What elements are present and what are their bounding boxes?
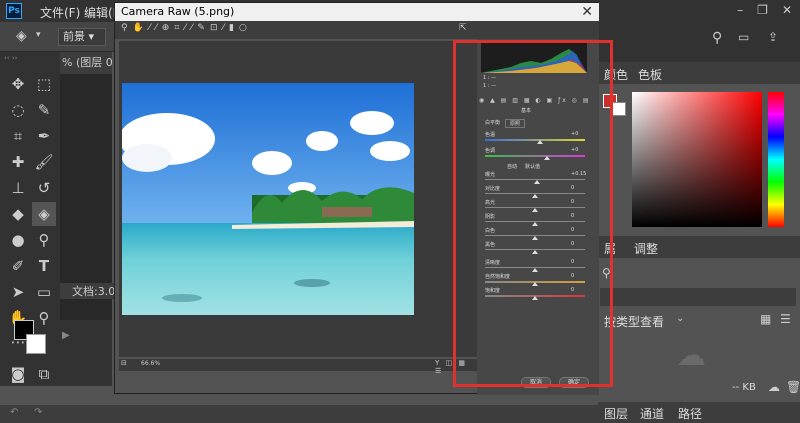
tab-paths[interactable]: 路径	[678, 405, 702, 422]
screen-mode-icon[interactable]: ⧉	[32, 362, 56, 386]
eraser-tool-icon[interactable]: ◆	[6, 202, 30, 226]
photoshop-logo-icon: Ps	[6, 3, 22, 19]
highlight-annotation	[453, 40, 613, 387]
trash-icon[interactable]: 🗑	[786, 380, 800, 394]
type-tool-icon[interactable]: T	[32, 254, 56, 278]
lasso-tool-icon[interactable]: ◌	[6, 98, 30, 122]
document-status: 文档:3.0	[60, 283, 114, 299]
tab-swatches[interactable]: 色板	[638, 66, 662, 83]
workspace-icon[interactable]: ▭	[738, 30, 749, 44]
camera-raw-toolbar: ⚲✋⁄⁄⊕⌗⁄⁄✎⊡⁄▮○ ⇱	[115, 21, 599, 39]
path-selection-tool-icon[interactable]: ➤	[6, 280, 30, 304]
preview-image	[122, 83, 414, 315]
background-color-swatch[interactable]	[26, 334, 46, 354]
document-tab[interactable]: % (图层 0,	[60, 52, 112, 74]
dodge-tool-icon[interactable]: ⚲	[32, 228, 56, 252]
fullscreen-icon[interactable]: ⇱	[459, 23, 467, 33]
dialog-title-bar: Camera Raw (5.png) ✕	[115, 3, 599, 21]
marquee-tool-icon[interactable]: ⬚	[32, 72, 56, 96]
panel-collapse-icon[interactable]: ‹‹ ››	[4, 54, 56, 62]
cloud-sync-icon[interactable]: ☁	[768, 380, 780, 394]
hue-slider[interactable]	[768, 92, 784, 227]
menu-file[interactable]: 文件(F)	[40, 4, 80, 21]
blur-tool-icon[interactable]: ●	[6, 228, 30, 252]
tools-panel: ‹‹ ›› ✥ ⬚ ◌ ✎ ⌗ ✒ ✚ 🖌 ⊥ ↺ ◆ ◈ ● ⚲ ✐ T ➤ …	[0, 52, 60, 386]
paint-bucket-tool-icon[interactable]: ◈	[32, 202, 56, 226]
zoom-out-icon[interactable]: ⊟	[121, 359, 127, 367]
dialog-title: Camera Raw (5.png)	[121, 5, 235, 18]
timeline-panel: ▶	[60, 320, 112, 386]
tab-layers[interactable]: 图层	[604, 405, 628, 422]
brush-tool-icon[interactable]: 🖌	[32, 150, 56, 174]
history-brush-tool-icon[interactable]: ↺	[32, 176, 56, 200]
fill-source-dropdown[interactable]: 前景 ▾	[58, 28, 106, 46]
properties-panel: ⚲ 按类型查看 ⌄ ▦ ☰ ☁ -- KB ☁ 🗑	[598, 258, 800, 403]
window-controls: – ❐ ✕	[737, 3, 792, 17]
cr-tool-icons[interactable]: ⚲✋⁄⁄⊕⌗⁄⁄✎⊡⁄▮○	[121, 23, 252, 33]
pen-tool-icon[interactable]: ✐	[6, 254, 30, 278]
layers-tab-bar: 图层 通道 路径	[598, 402, 800, 423]
minimize-button[interactable]: –	[737, 3, 743, 17]
paint-bucket-icon[interactable]: ◈	[16, 28, 27, 44]
grid-view-icon[interactable]: ▦	[760, 312, 771, 326]
move-tool-icon[interactable]: ✥	[6, 72, 30, 96]
clone-stamp-tool-icon[interactable]: ⊥	[6, 176, 30, 200]
tab-channels[interactable]: 通道	[640, 405, 664, 422]
cloud-offline-icon: ☁	[676, 338, 706, 373]
quick-select-tool-icon[interactable]: ✎	[32, 98, 56, 122]
color-tab-bar: 颜色 色板	[598, 62, 800, 84]
redo-icon[interactable]: ↷	[34, 407, 42, 418]
healing-brush-tool-icon[interactable]: ✚	[6, 150, 30, 174]
zoom-tool-icon[interactable]: ⚲	[32, 306, 56, 330]
file-size-label: -- KB	[732, 382, 756, 393]
library-dropdown[interactable]	[600, 288, 796, 306]
share-icon[interactable]: ⇪	[768, 30, 778, 44]
bg-color-chip[interactable]	[612, 102, 626, 116]
right-top-bar: ⚲ ▭ ⇪	[598, 22, 800, 62]
properties-tab-bar: 属 调整	[598, 236, 800, 258]
view-by-type-dropdown[interactable]: 按类型查看	[604, 313, 664, 330]
search-icon[interactable]: ⚲	[712, 30, 722, 46]
tab-adjustments[interactable]: 调整	[634, 240, 658, 257]
zoom-level[interactable]: 66.6%	[141, 360, 160, 367]
rectangle-tool-icon[interactable]: ▭	[32, 280, 56, 304]
list-view-icon[interactable]: ☰	[780, 312, 791, 326]
chevron-down-icon[interactable]: ▾	[36, 30, 41, 40]
preview-zoom-bar: ⊟ 66.6% Y ◫ ▦ ☰	[119, 359, 479, 375]
close-icon[interactable]: ✕	[581, 3, 593, 21]
play-icon[interactable]: ▶	[62, 330, 70, 341]
quick-mask-icon[interactable]: ◙	[6, 362, 30, 386]
close-button[interactable]: ✕	[782, 3, 792, 17]
maximize-button[interactable]: ❐	[757, 3, 768, 17]
crop-tool-icon[interactable]: ⌗	[6, 124, 30, 148]
eyedropper-tool-icon[interactable]: ✒	[32, 124, 56, 148]
chevron-down-icon: ⌄	[676, 313, 685, 324]
undo-icon[interactable]: ↶	[10, 407, 18, 418]
color-picker-field[interactable]	[632, 92, 762, 227]
